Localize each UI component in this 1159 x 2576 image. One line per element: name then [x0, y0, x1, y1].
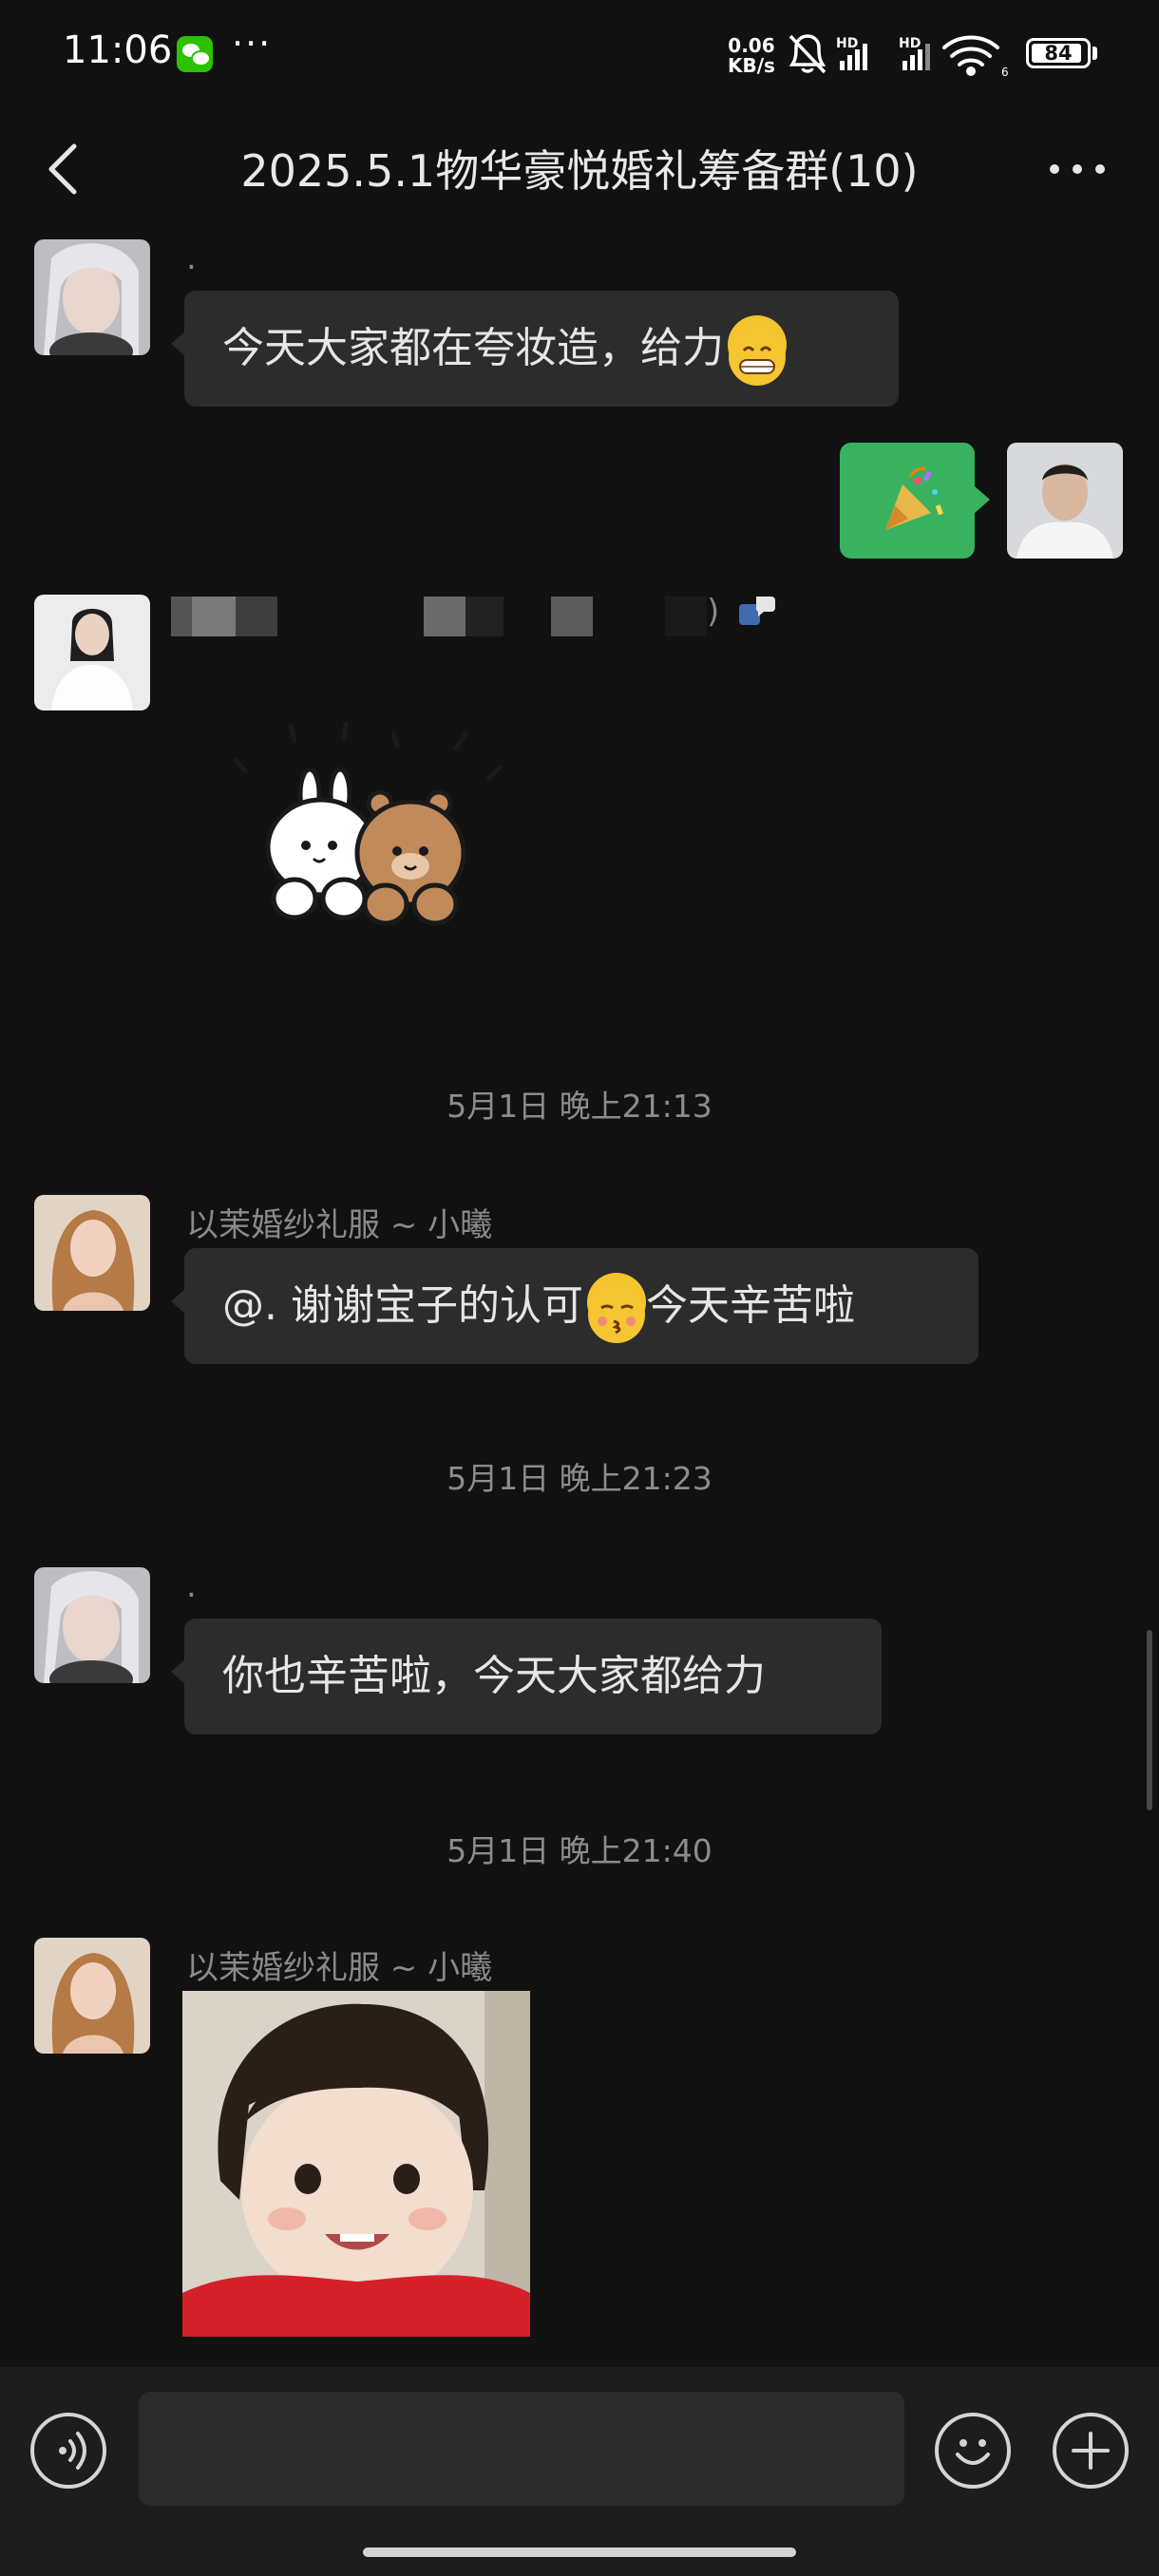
message-bubble[interactable]: @. 谢谢宝子的认可 今天辛苦啦 [171, 1248, 978, 1364]
voice-icon [59, 2432, 86, 2470]
voice-input-button[interactable] [30, 2413, 106, 2489]
avatar[interactable] [34, 1938, 150, 2054]
message-text-2: 今天辛苦啦 [645, 1281, 855, 1330]
network-speed-unit: KB/s [728, 54, 775, 77]
party-popper-icon [885, 467, 943, 530]
battery-level: 84 [1044, 42, 1073, 65]
message-text: 你也辛苦啦，今天大家都给力 [222, 1652, 766, 1700]
grin-emoji-icon [728, 315, 787, 386]
sender-name-suffix: ) [707, 593, 720, 631]
more-functions-button[interactable] [1053, 2413, 1129, 2489]
emoji-button[interactable] [935, 2413, 1011, 2489]
battery-tip [1092, 47, 1097, 60]
home-indicator[interactable] [363, 2548, 796, 2557]
message-input[interactable] [139, 2392, 904, 2506]
wifi-sub: 6 [1001, 66, 1009, 79]
my-message-bubble[interactable] [840, 443, 990, 559]
sender-name: 以茉婚纱礼服 ~ 小曦 [186, 1949, 493, 1987]
chat-title: 2025.5.1物华豪悦婚礼筹备群(10) [240, 145, 919, 197]
status-icons: HD HD 6 [788, 34, 1009, 79]
message-bubble[interactable]: 你也辛苦啦，今天大家都给力 [171, 1619, 882, 1734]
timestamp: 5月1日 晚上21:13 [446, 1088, 712, 1125]
sender-name: 以茉婚纱礼服 ~ 小曦 [186, 1206, 493, 1244]
sender-name: . [186, 239, 197, 277]
my-avatar[interactable] [1007, 443, 1123, 559]
avatar[interactable] [34, 1195, 150, 1311]
wechat-notification-icon [177, 36, 213, 72]
battery-indicator: 84 [1026, 38, 1091, 68]
kissing-emoji-icon [586, 1273, 646, 1343]
mute-bell-icon [788, 34, 826, 74]
message-bubble[interactable]: 今天大家都在夸妆造，给力 [171, 291, 899, 407]
wifi-icon [942, 35, 999, 76]
timestamp: 5月1日 晚上21:23 [446, 1460, 712, 1497]
status-time: 11:06 [63, 28, 173, 72]
hd-label-2: HD [899, 36, 921, 51]
timestamp: 5月1日 晚上21:40 [446, 1832, 712, 1869]
more-notifications-indicator: ··· [232, 23, 273, 65]
plus-icon [1072, 2432, 1110, 2470]
emoji-icon [956, 2439, 990, 2465]
avatar[interactable] [34, 595, 150, 710]
avatar[interactable] [34, 239, 150, 355]
message-text: @. 谢谢宝子的认可 [222, 1281, 583, 1330]
scroll-indicator[interactable] [1147, 1630, 1152, 1810]
sender-name-blurred: ) [171, 589, 779, 642]
more-icon[interactable] [1045, 148, 1110, 190]
network-speed: 0.06 KB/s [728, 36, 775, 76]
message-text: 今天大家都在夸妆造，给力 [222, 324, 724, 372]
network-speed-value: 0.06 [728, 34, 775, 57]
sender-name: . [186, 1567, 197, 1605]
bunny-bear-sticker[interactable] [222, 714, 511, 933]
enterprise-badge-icon [739, 597, 775, 625]
hd-label: HD [836, 36, 858, 51]
avatar[interactable] [34, 1567, 150, 1683]
baby-photo[interactable] [182, 1991, 530, 2337]
